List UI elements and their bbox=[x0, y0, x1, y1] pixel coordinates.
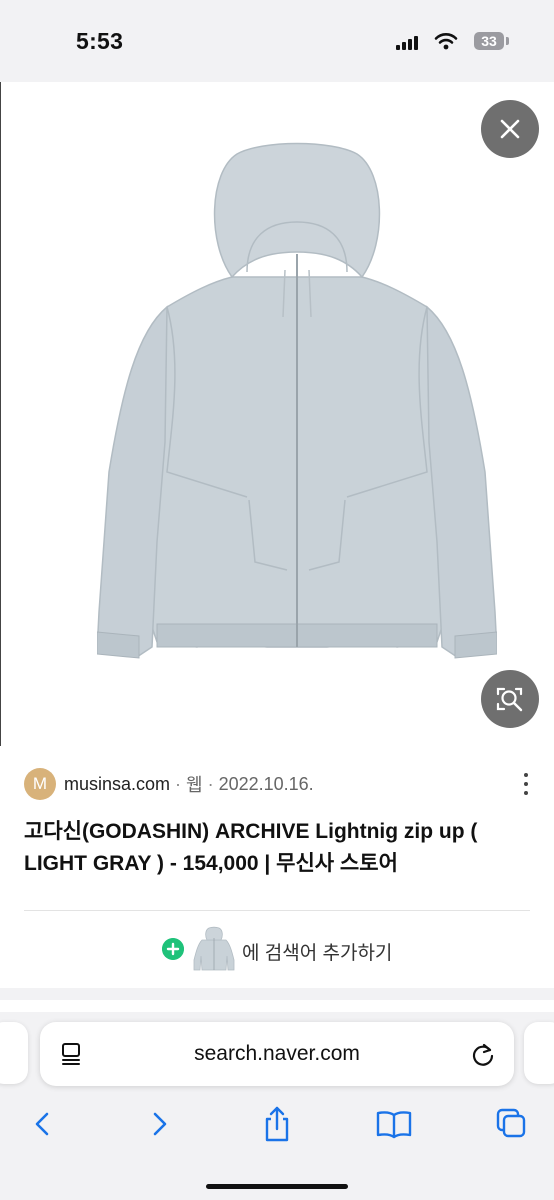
tabs-button[interactable] bbox=[490, 1102, 534, 1146]
visual-search-button[interactable] bbox=[481, 670, 539, 728]
visual-search-icon bbox=[496, 687, 523, 712]
status-time: 5:53 bbox=[76, 28, 124, 54]
site-favicon-icon: M bbox=[24, 768, 56, 800]
add-search-keyword-label: 에 검색어 추가하기 bbox=[242, 943, 393, 964]
result-source-row: M musinsa.com · 웹 · 2022.10.16. bbox=[24, 768, 314, 800]
share-icon bbox=[265, 1106, 289, 1142]
address-bar-area: search.naver.com bbox=[0, 1012, 554, 1098]
image-viewer[interactable] bbox=[0, 82, 554, 746]
close-button[interactable] bbox=[481, 100, 539, 158]
battery-level: 33 bbox=[481, 33, 497, 49]
cellular-signal-icon bbox=[396, 36, 420, 50]
battery-nub bbox=[506, 37, 509, 45]
next-content-edge bbox=[0, 1000, 554, 1012]
forward-button[interactable] bbox=[138, 1102, 182, 1146]
status-bar: 5:53 33 bbox=[0, 0, 554, 82]
bookmarks-icon bbox=[376, 1111, 412, 1139]
next-tab-preview[interactable] bbox=[524, 1022, 554, 1084]
more-options-button[interactable] bbox=[518, 770, 534, 798]
jacket-thumbnail-image bbox=[193, 926, 235, 971]
separator-dot: · bbox=[207, 773, 214, 794]
separator-dot: · bbox=[175, 773, 182, 794]
wifi-icon bbox=[434, 33, 458, 50]
forward-icon bbox=[153, 1112, 167, 1136]
previous-tab-preview[interactable] bbox=[0, 1022, 28, 1084]
back-icon bbox=[35, 1112, 49, 1136]
result-domain[interactable]: musinsa.com bbox=[64, 774, 170, 795]
battery-icon: 33 bbox=[474, 32, 504, 50]
address-bar[interactable]: search.naver.com bbox=[40, 1022, 514, 1086]
search-result-card[interactable]: M musinsa.com · 웹 · 2022.10.16. 고다신(GODA… bbox=[0, 746, 554, 988]
url-text: search.naver.com bbox=[194, 1042, 360, 1065]
close-icon bbox=[500, 119, 520, 139]
plus-icon bbox=[162, 938, 184, 960]
result-date: 2022.10.16. bbox=[218, 773, 314, 794]
back-button[interactable] bbox=[20, 1102, 64, 1146]
bookmarks-button[interactable] bbox=[372, 1102, 416, 1146]
home-indicator[interactable] bbox=[206, 1184, 348, 1189]
result-type: 웹 bbox=[186, 775, 203, 795]
share-button[interactable] bbox=[255, 1102, 299, 1146]
jacket-product-image bbox=[97, 142, 497, 659]
add-search-keyword-button[interactable]: 에 검색어 추가하기 bbox=[0, 926, 554, 972]
browser-toolbar bbox=[0, 1098, 554, 1200]
result-title-link[interactable]: 고다신(GODASHIN) ARCHIVE Lightnig zip up ( … bbox=[24, 816, 534, 880]
tabs-icon bbox=[496, 1108, 526, 1138]
reload-icon[interactable] bbox=[470, 1040, 496, 1068]
divider bbox=[24, 910, 530, 911]
